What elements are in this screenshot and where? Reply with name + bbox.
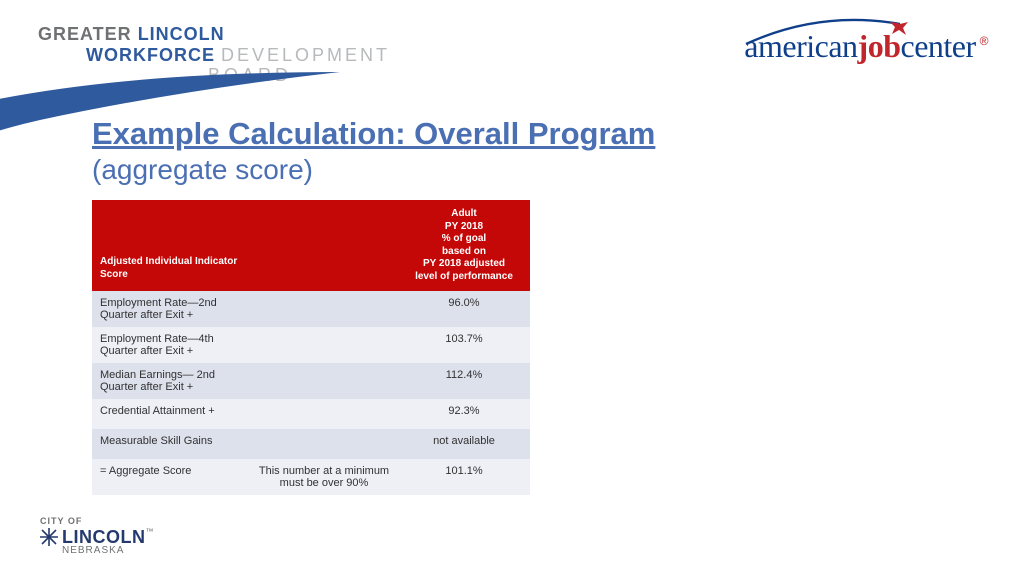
value-cell: not available (398, 429, 530, 459)
registered-mark: ® (980, 34, 988, 48)
trademark: ™ (146, 527, 154, 536)
indicator-cell: Median Earnings— 2nd Quarter after Exit … (92, 363, 250, 399)
table-header-indicator: Adjusted Individual Indicator Score (92, 200, 250, 291)
table-row: Median Earnings— 2nd Quarter after Exit … (92, 363, 530, 399)
table-row: Measurable Skill Gains not available (92, 429, 530, 459)
note-cell (250, 429, 398, 459)
starburst-icon (40, 528, 58, 546)
value-cell: 112.4% (398, 363, 530, 399)
note-cell: This number at a minimum must be over 90… (250, 459, 398, 495)
value-cell: 92.3% (398, 399, 530, 429)
logo-center: center (901, 28, 976, 64)
american-job-center-logo: americanjobcenter ® (744, 28, 988, 65)
logo-workforce: WORKFORCE (86, 45, 215, 65)
logo-development: DEVELOPMENT (221, 45, 390, 65)
table-row: Employment Rate—2nd Quarter after Exit +… (92, 291, 530, 327)
value-cell: 101.1% (398, 459, 530, 495)
greater-lincoln-workforce-logo: GREATER LINCOLN WORKFORCE DEVELOPMENT BO… (38, 24, 390, 86)
table-header-row: Adjusted Individual Indicator Score Adul… (92, 200, 530, 291)
city-of-lincoln-logo: CITY OF LINCOLN™ NEBRASKA (40, 517, 154, 556)
indicator-cell: Measurable Skill Gains (92, 429, 250, 459)
indicator-cell: Employment Rate—2nd Quarter after Exit + (92, 291, 250, 327)
logo-board: BOARD (38, 65, 390, 86)
table-row: = Aggregate Score This number at a minim… (92, 459, 530, 495)
indicator-cell: Credential Attainment + (92, 399, 250, 429)
slide-subtitle: (aggregate score) (92, 154, 655, 186)
value-cell: 103.7% (398, 327, 530, 363)
table-header-blank (250, 200, 398, 291)
slide-title-block: Example Calculation: Overall Program (ag… (92, 116, 655, 186)
lincoln-text: LINCOLN (62, 527, 146, 547)
note-cell (250, 327, 398, 363)
city-of-text: CITY OF (40, 517, 154, 526)
slide-title: Example Calculation: Overall Program (92, 116, 655, 152)
indicator-cell: Employment Rate—4th Quarter after Exit + (92, 327, 250, 363)
logo-american: american (744, 28, 857, 64)
nebraska-text: NEBRASKA (62, 546, 154, 556)
table-row: Employment Rate—4th Quarter after Exit +… (92, 327, 530, 363)
indicator-cell: = Aggregate Score (92, 459, 250, 495)
table-body: Employment Rate—2nd Quarter after Exit +… (92, 291, 530, 495)
aggregate-score-table: Adjusted Individual Indicator Score Adul… (92, 200, 530, 495)
logo-greater: GREATER (38, 24, 132, 44)
value-cell: 96.0% (398, 291, 530, 327)
note-cell (250, 399, 398, 429)
note-cell (250, 363, 398, 399)
table-header-value: Adult PY 2018 % of goal based on PY 2018… (398, 200, 530, 291)
table-row: Credential Attainment + 92.3% (92, 399, 530, 429)
logo-lincoln: LINCOLN (138, 24, 225, 44)
note-cell (250, 291, 398, 327)
logo-job: job (858, 28, 901, 64)
